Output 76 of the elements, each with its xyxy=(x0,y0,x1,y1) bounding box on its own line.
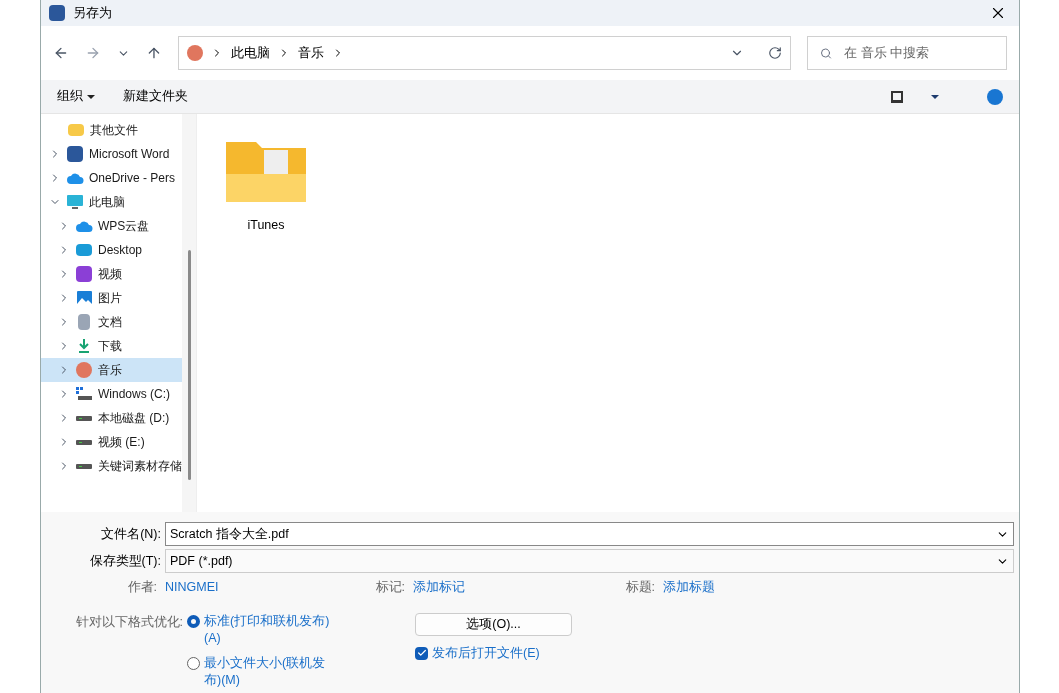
picture-icon xyxy=(76,290,92,306)
radio-button[interactable] xyxy=(187,657,200,670)
item-label: 视频 (E:) xyxy=(98,434,145,451)
field-label: 保存类型(T): xyxy=(88,552,162,570)
item-label: Windows (C:) xyxy=(98,386,170,403)
item-label: 图片 xyxy=(98,290,122,307)
download-icon xyxy=(77,338,91,354)
item-label: 下载 xyxy=(98,338,122,355)
address-bar[interactable]: 此电脑 音乐 xyxy=(177,36,791,70)
item-label: OneDrive - Pers xyxy=(89,170,176,187)
optimize-label: 针对以下格式优化: xyxy=(74,614,184,631)
sidebar-item[interactable]: 下载 xyxy=(41,334,182,358)
new-folder-button[interactable]: 新建文件夹 xyxy=(123,87,188,106)
item-label: Microsoft Word xyxy=(89,146,170,163)
field-label: 标记: xyxy=(375,578,406,596)
sidebar-item[interactable]: 其他文件 xyxy=(41,118,182,142)
field-label: 作者: xyxy=(126,578,158,596)
item-label: Desktop xyxy=(98,242,143,259)
sidebar-item[interactable]: Desktop xyxy=(41,238,182,262)
sidebar-item[interactable]: 视频 xyxy=(41,262,182,286)
cloud-icon xyxy=(75,220,93,232)
search-icon xyxy=(820,46,832,60)
item-label: 音乐 xyxy=(98,362,122,379)
radio-label[interactable]: 标准(打印和联机发布)(A) xyxy=(204,613,334,647)
drive-icon xyxy=(76,439,92,445)
sidebar-item[interactable]: 音乐 xyxy=(41,358,182,382)
checkbox-label[interactable]: 发布后打开文件(E) xyxy=(432,644,540,663)
field-label: 标题: xyxy=(625,578,656,596)
breadcrumb[interactable]: 音乐 xyxy=(297,43,324,63)
folder-item[interactable]: iTunes xyxy=(221,138,311,488)
organize-button[interactable]: 组织 xyxy=(57,87,95,106)
sidebar-item[interactable]: 关键词素材存储 xyxy=(41,454,182,478)
sidebar-item[interactable]: 文档 xyxy=(41,310,182,334)
drive-icon xyxy=(76,387,92,401)
check-icon xyxy=(416,648,427,659)
window-title: 另存为 xyxy=(73,4,112,23)
checkbox[interactable] xyxy=(415,646,428,660)
item-label: 视频 xyxy=(98,266,122,283)
options-button[interactable]: 选项(O)... xyxy=(415,613,572,636)
item-label: 其他文件 xyxy=(90,122,138,139)
radio-label[interactable]: 最小文件大小(联机发布)(M) xyxy=(204,655,334,689)
file-type-select[interactable]: PDF (*.pdf) xyxy=(165,549,1014,573)
sidebar-item[interactable]: 图片 xyxy=(41,286,182,310)
item-label: 此电脑 xyxy=(89,194,125,211)
item-label: 关键词素材存储 xyxy=(98,458,182,475)
radio-button[interactable] xyxy=(187,615,200,628)
field-label: 文件名(N): xyxy=(100,525,162,543)
sidebar-item[interactable]: WPS云盘 xyxy=(41,214,182,238)
sidebar-item[interactable]: 本地磁盘 (D:) xyxy=(41,406,182,430)
item-label: 本地磁盘 (D:) xyxy=(98,410,170,427)
tags-link[interactable]: 添加标记 xyxy=(413,577,625,597)
view-icon[interactable] xyxy=(891,90,903,103)
sidebar-item[interactable]: OneDrive - Pers xyxy=(41,166,182,190)
refresh-icon[interactable] xyxy=(768,46,782,60)
search-field[interactable]: 在 音乐 中搜索 xyxy=(807,36,1007,70)
monitor-icon xyxy=(67,194,83,210)
title-link[interactable]: 添加标题 xyxy=(663,577,715,597)
sidebar-item[interactable]: 此电脑 xyxy=(41,190,182,214)
item-label: 文档 xyxy=(98,314,122,331)
sidebar-item[interactable]: Windows (C:) xyxy=(41,382,182,406)
scrollbar-thumb[interactable] xyxy=(187,250,191,480)
item-label: WPS云盘 xyxy=(98,218,150,235)
filename-input[interactable]: Scratch 指令大全.pdf xyxy=(170,524,996,544)
search-input[interactable]: 在 音乐 中搜索 xyxy=(844,43,994,63)
back-icon[interactable] xyxy=(53,45,69,61)
sidebar-item[interactable]: Microsoft Word xyxy=(41,142,182,166)
author-link[interactable]: NINGMEI xyxy=(165,577,375,597)
folder-label: iTunes xyxy=(247,217,285,234)
folder-icon xyxy=(68,124,84,136)
drive-icon xyxy=(76,415,92,421)
breadcrumb[interactable]: 此电脑 xyxy=(230,43,270,63)
filename-field[interactable]: Scratch 指令大全.pdf xyxy=(165,522,1014,546)
caret-icon[interactable] xyxy=(931,94,939,99)
sidebar-item[interactable]: 视频 (E:) xyxy=(41,430,182,454)
drive-icon xyxy=(76,463,92,469)
cloud-icon xyxy=(66,172,84,184)
